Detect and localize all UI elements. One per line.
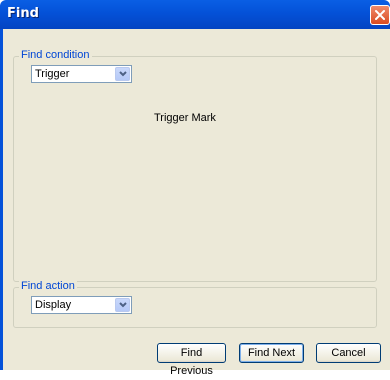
find-condition-value: Trigger	[35, 68, 70, 80]
dropdown-button[interactable]	[115, 298, 130, 312]
trigger-mark-text: Trigger Mark	[154, 112, 216, 124]
find-condition-label: Find condition	[19, 49, 92, 61]
find-action-dropdown[interactable]: Display	[31, 296, 132, 314]
find-dialog: Find Find condition Trigger Trigger Mark…	[0, 0, 390, 377]
chevron-down-icon	[119, 302, 127, 308]
close-icon	[375, 10, 385, 20]
find-action-label: Find action	[19, 280, 77, 292]
find-next-button[interactable]: Find Next	[239, 343, 304, 363]
dialog-body: Find condition Trigger Trigger Mark Find…	[3, 29, 390, 377]
chevron-down-icon	[119, 71, 127, 77]
window-title: Find	[7, 6, 39, 21]
find-action-value: Display	[35, 299, 72, 311]
cancel-button[interactable]: Cancel	[316, 343, 381, 363]
title-bar[interactable]: Find	[0, 0, 390, 29]
find-condition-group	[13, 56, 377, 282]
find-previous-button[interactable]: Find Previous	[157, 343, 226, 377]
close-button[interactable]	[370, 5, 390, 25]
dropdown-button[interactable]	[115, 67, 130, 81]
find-condition-dropdown[interactable]: Trigger	[31, 65, 132, 83]
